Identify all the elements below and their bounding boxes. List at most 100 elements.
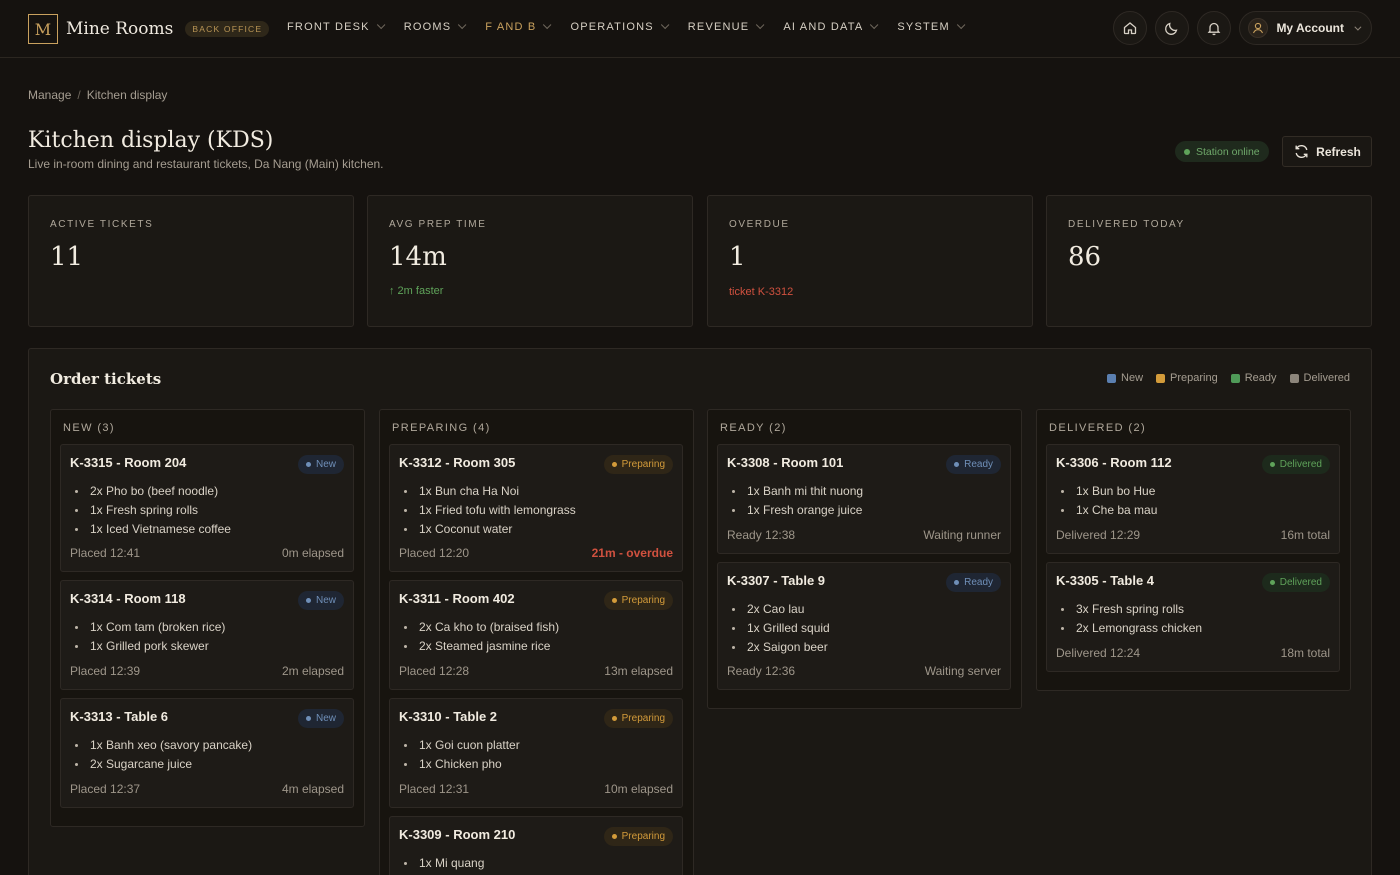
nav-ai-and-data[interactable]: AI AND DATA [783, 20, 879, 33]
legend-swatch [1107, 373, 1117, 383]
notifications-button[interactable] [1197, 11, 1232, 45]
chevron-down-icon [376, 20, 386, 30]
status-badge: New [297, 455, 344, 474]
nav-label: F AND B [485, 21, 537, 33]
bell-icon [1208, 22, 1221, 36]
ticket-item: 1x Grilled squid [732, 619, 830, 638]
board-title: Order tickets [50, 370, 162, 388]
column-title: NEW (3) [63, 422, 115, 434]
ticket-items: 1x Banh mi thit nuong 1x Fresh orange ju… [731, 482, 863, 520]
ticket-total-time: 18m total [1280, 646, 1330, 660]
stat-label: AVG PREP TIME [389, 219, 487, 230]
refresh-button[interactable]: Refresh [1282, 136, 1372, 167]
top-actions: My Account [1105, 11, 1372, 45]
nav-label: FRONT DESK [287, 21, 370, 33]
status-badge: Preparing [603, 709, 673, 728]
status-badge: Preparing [603, 591, 673, 610]
status-label: Delivered [1279, 577, 1322, 588]
ticket-item: 1x Iced Vietnamese coffee [75, 520, 231, 539]
nav-system[interactable]: SYSTEM [897, 20, 966, 33]
nav-revenue[interactable]: REVENUE [688, 20, 765, 33]
theme-toggle-button[interactable] [1155, 11, 1190, 45]
ticket-card[interactable]: K-3312 - Room 305 Preparing 1x Bun cha H… [389, 444, 683, 572]
brand[interactable]: M Mine Rooms BACK OFFICE [28, 14, 270, 44]
status-badge: Ready [946, 455, 1001, 474]
legend-item-preparing: Preparing [1156, 372, 1218, 384]
status-legend: New Preparing Ready Delivered [1094, 372, 1350, 384]
chevron-down-icon [543, 20, 552, 30]
ticket-item: 2x Cao lau [732, 600, 830, 619]
ticket-title: K-3307 - Table 9 [727, 573, 826, 588]
ticket-elapsed: 10m elapsed [604, 782, 673, 796]
stat-value: 86 [1068, 242, 1102, 272]
legend-label: Ready [1244, 372, 1277, 384]
stat-label: OVERDUE [729, 219, 790, 230]
brand-logo: M [28, 14, 58, 44]
ticket-delivered-time: Delivered 12:29 [1056, 528, 1141, 542]
ticket-item: 1x Coconut water [404, 520, 576, 539]
nav-label: AI AND DATA [783, 21, 864, 33]
status-badge: New [297, 591, 344, 610]
status-dot-icon [1184, 148, 1190, 155]
column-ready: READY (2) K-3308 - Room 101 Ready 1x Ban… [707, 409, 1022, 709]
ticket-title: K-3305 - Table 4 [1056, 573, 1155, 588]
status-dot-icon [1269, 462, 1275, 467]
account-menu-button[interactable]: My Account [1239, 11, 1372, 45]
ticket-card[interactable]: K-3310 - Table 2 Preparing 1x Goi cuon p… [389, 698, 683, 808]
ticket-item: 1x Goi cuon platter [404, 736, 520, 755]
home-icon [1124, 22, 1137, 35]
ticket-item: 1x Banh mi thit nuong [731, 482, 863, 501]
ticket-items: 1x Bun cha Ha Noi 1x Fried tofu with lem… [404, 482, 576, 539]
legend-item-delivered: Delivered [1289, 372, 1350, 384]
ticket-item: 1x Banh xeo (savory pancake) [74, 736, 252, 755]
status-label: New [315, 595, 336, 606]
ticket-elapsed: 2m elapsed [281, 664, 344, 678]
stat-value: 1 [729, 242, 746, 272]
home-button[interactable] [1113, 11, 1148, 45]
ticket-title: K-3310 - Table 2 [399, 709, 498, 724]
account-label: My Account [1276, 21, 1344, 35]
order-tickets-board: Order tickets New Preparing Ready Delive… [28, 348, 1372, 875]
chevron-down-icon [956, 20, 966, 30]
back-office-badge: BACK OFFICE [185, 21, 270, 37]
nav-operations[interactable]: OPERATIONS [570, 20, 670, 33]
legend-swatch [1230, 373, 1240, 383]
ticket-card[interactable]: K-3307 - Table 9 Ready 2x Cao lau 1x Gri… [717, 562, 1011, 690]
column-preparing: PREPARING (4) K-3312 - Room 305 Preparin… [379, 409, 694, 875]
ticket-placed-time: Placed 12:41 [70, 546, 141, 560]
ticket-items: 2x Cao lau 1x Grilled squid 2x Saigon be… [732, 600, 830, 657]
legend-swatch [1289, 373, 1299, 383]
stat-overdue-note[interactable]: ticket K-3312 [729, 286, 793, 298]
column-title: DELIVERED (2) [1049, 422, 1147, 434]
nav-label: SYSTEM [897, 21, 950, 33]
ticket-delivered-time: Delivered 12:24 [1056, 646, 1141, 660]
ticket-title: K-3308 - Room 101 [727, 455, 844, 470]
legend-label: New [1121, 372, 1144, 384]
ticket-card[interactable]: K-3311 - Room 402 Preparing 2x Ca kho to… [389, 580, 683, 690]
nav-f-and-b[interactable]: F AND B [485, 20, 552, 33]
breadcrumb-manage[interactable]: Manage [28, 88, 71, 102]
ticket-card[interactable]: K-3315 - Room 204 New 2x Pho bo (beef no… [60, 444, 354, 572]
ticket-items: 1x Mi quang [403, 854, 484, 873]
ticket-card[interactable]: K-3313 - Table 6 New 1x Banh xeo (savory… [60, 698, 354, 808]
legend-label: Delivered [1303, 372, 1350, 384]
top-bar: M Mine Rooms BACK OFFICE FRONT DESK ROOM… [0, 0, 1400, 58]
ticket-card[interactable]: K-3309 - Room 210 Preparing 1x Mi quang [389, 816, 683, 875]
ticket-placed-time: Placed 12:39 [70, 664, 141, 678]
ticket-total-time: 16m total [1280, 528, 1330, 542]
nav-label: ROOMS [403, 21, 452, 33]
ticket-card[interactable]: K-3308 - Room 101 Ready 1x Banh mi thit … [717, 444, 1011, 554]
ticket-card[interactable]: K-3306 - Room 112 Delivered 1x Bun bo Hu… [1046, 444, 1340, 554]
ticket-title: K-3314 - Room 118 [70, 591, 186, 606]
nav-rooms[interactable]: ROOMS [403, 20, 467, 33]
stat-value: 14m [389, 242, 447, 272]
status-label: Preparing [621, 459, 665, 470]
stat-active-tickets: ACTIVE TICKETS 11 [28, 195, 354, 327]
ticket-items: 1x Bun bo Hue 1x Che ba mau [1060, 482, 1157, 520]
ticket-card[interactable]: K-3314 - Room 118 New 1x Com tam (broken… [60, 580, 354, 690]
nav-label: OPERATIONS [570, 21, 654, 33]
stat-delivered-today: DELIVERED TODAY 86 [1046, 195, 1372, 327]
status-label: Delivered [1279, 459, 1322, 470]
ticket-card[interactable]: K-3305 - Table 4 Delivered 3x Fresh spri… [1046, 562, 1340, 672]
nav-front-desk[interactable]: FRONT DESK [287, 20, 386, 33]
